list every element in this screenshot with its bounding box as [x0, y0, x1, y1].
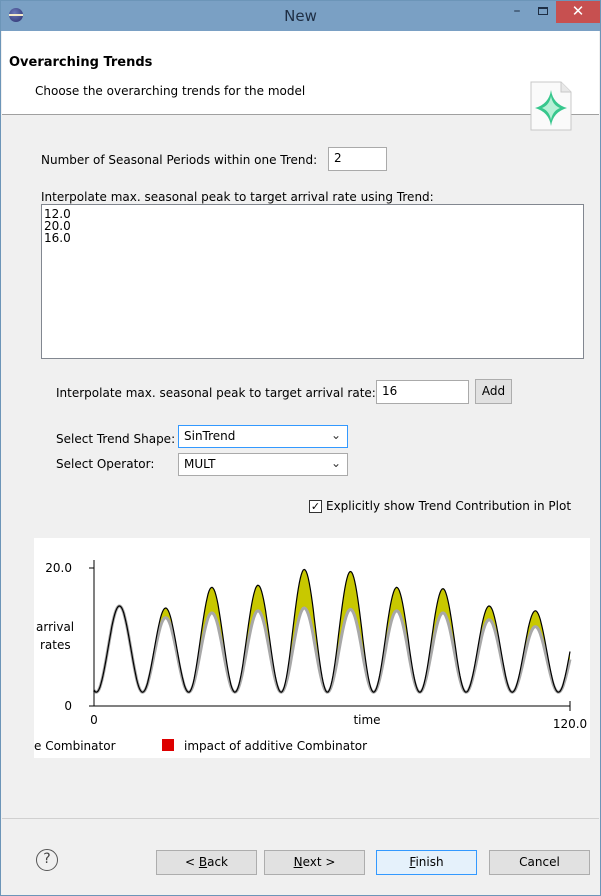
finish-label: inish	[415, 855, 444, 869]
x-tick-label: 0	[90, 713, 98, 727]
operator-select[interactable]: MULT ⌄	[178, 453, 348, 476]
chart-panel: 20.0 0 0 120.0 time arrival rates e Combinator i…	[34, 538, 590, 758]
list-item[interactable]: 16.0	[44, 232, 581, 244]
trend-list-label: Interpolate max. seasonal peak to target…	[41, 190, 434, 204]
arrival-rate-chart: 20.0 0 0 120.0 time arrival rates e Combinator i…	[34, 560, 587, 753]
help-icon[interactable]: ?	[36, 849, 58, 871]
page-description: Choose the overarching trends for the mo…	[35, 84, 306, 98]
total-series-line	[93, 568, 571, 693]
y-axis-label: rates	[40, 638, 71, 652]
seasonal-periods-input[interactable]: 2	[328, 147, 387, 171]
trend-shape-select[interactable]: SinTrend ⌄	[178, 425, 348, 448]
footer-divider	[2, 818, 599, 819]
add-button[interactable]: Add	[475, 379, 512, 404]
list-item[interactable]: 12.0	[44, 208, 581, 220]
back-button[interactable]: < Back	[156, 850, 257, 875]
maximize-button[interactable]	[530, 1, 556, 23]
new-wizard-icon	[530, 81, 572, 131]
peak-rate-label: Interpolate max. seasonal peak to target…	[56, 386, 376, 400]
next-label: ext >	[302, 855, 336, 869]
next-button[interactable]: Next >	[264, 850, 365, 875]
back-prefix: <	[184, 855, 199, 869]
peak-rate-input[interactable]: 16	[376, 380, 469, 404]
wizard-window: New – ✕ Overarching Trends Choose the ov…	[0, 0, 601, 896]
close-button[interactable]: ✕	[556, 1, 600, 23]
title-bar[interactable]: New – ✕	[1, 1, 600, 31]
trend-contribution-area	[94, 569, 570, 693]
maximize-icon	[538, 7, 548, 15]
legend-label: e Combinator	[34, 739, 116, 753]
back-label: ack	[207, 855, 228, 869]
show-trend-checkbox[interactable]: ✓	[309, 500, 322, 513]
minimize-button[interactable]: –	[504, 1, 530, 23]
trend-shape-label: Select Trend Shape:	[56, 432, 176, 446]
finish-button[interactable]: Finish	[376, 850, 477, 875]
operator-value: MULT	[184, 457, 216, 471]
legend-swatch	[162, 739, 174, 751]
next-mnemonic: N	[293, 855, 303, 869]
y-tick-label: 20.0	[45, 561, 72, 575]
trend-list[interactable]: 12.0 20.0 16.0	[41, 204, 584, 359]
cancel-button[interactable]: Cancel	[489, 850, 590, 875]
chevron-down-icon: ⌄	[330, 456, 341, 470]
list-item[interactable]: 20.0	[44, 220, 581, 232]
y-axis-label: arrival	[36, 620, 74, 634]
trend-shape-value: SinTrend	[184, 429, 236, 443]
legend-label: impact of additive Combinator	[184, 739, 367, 753]
back-mnemonic: B	[198, 855, 208, 869]
seasonal-periods-label: Number of Seasonal Periods within one Tr…	[41, 153, 318, 167]
x-tick-label: 120.0	[553, 717, 587, 731]
wizard-header: Overarching Trends Choose the overarchin…	[2, 31, 599, 131]
y-tick-label: 0	[64, 699, 72, 713]
x-axis-label: time	[353, 713, 380, 727]
page-title: Overarching Trends	[9, 55, 153, 70]
operator-label: Select Operator:	[56, 457, 155, 471]
show-trend-label[interactable]: Explicitly show Trend Contribution in Pl…	[326, 499, 571, 513]
chevron-down-icon: ⌄	[330, 428, 341, 442]
